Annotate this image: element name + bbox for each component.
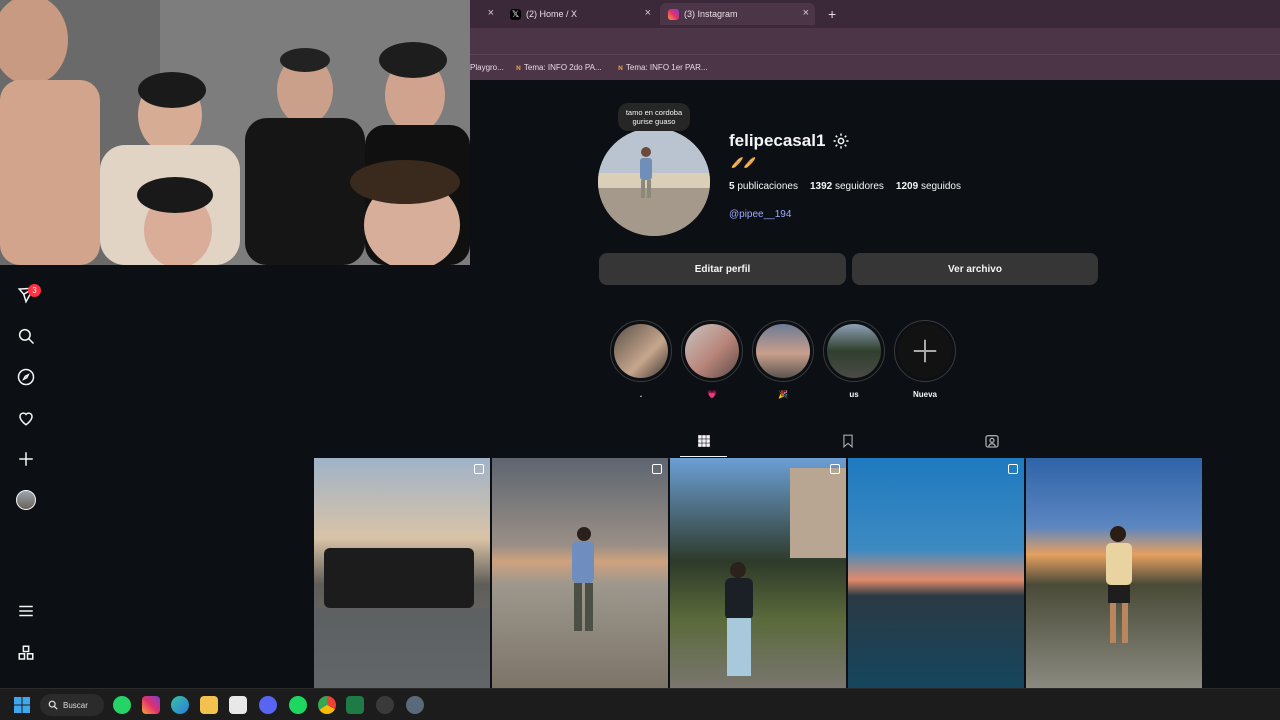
x-logo-icon: 𝕏 [510,8,521,20]
settings-gear-icon[interactable] [832,132,850,155]
posts-stat: 5 publicaciones [729,181,798,192]
address-bar[interactable] [470,28,1280,54]
profile-avatar[interactable] [15,489,37,511]
multi-photo-icon [1008,464,1018,474]
followers-stat[interactable]: 1392 seguidores [810,181,884,192]
highlight-label: . [639,390,643,399]
view-archive-button[interactable]: Ver archivo [852,253,1098,285]
tab-label: (3) Instagram [684,9,738,19]
settings-icon[interactable] [406,696,424,714]
search-icon[interactable] [15,325,37,347]
instagram-app-icon[interactable] [142,696,160,714]
windows-taskbar: Buscar [0,688,1280,720]
post-image [725,468,846,676]
following-stat[interactable]: 1209 seguidos [896,181,961,192]
highlight-label: us [849,390,859,399]
more-apps-icon[interactable] [15,642,37,664]
create-icon[interactable] [15,448,37,470]
post-image [314,548,490,688]
highlight-label: 💗 [707,390,717,399]
explore-icon[interactable] [15,366,37,388]
bookmark-favicon-icon: ɴ [516,63,521,72]
browser-tab-x[interactable]: 𝕏 (2) Home / X × [502,3,657,25]
profile-stats: 5 publicaciones 1392 seguidores 1209 seg… [729,181,961,192]
spotify-icon[interactable] [289,696,307,714]
multi-photo-icon [474,464,484,474]
discord-icon[interactable] [259,696,277,714]
threads-link[interactable]: @pipee__194 [729,209,791,220]
multi-photo-icon [652,464,662,474]
browser-tab-partial[interactable]: × [470,3,500,25]
tab-close-icon[interactable]: × [803,7,809,19]
tab-label: (2) Home / X [526,9,578,19]
profile-picture[interactable] [598,128,710,236]
highlight-label: Nueva [912,390,937,399]
search-icon [48,700,58,710]
post-image [572,527,594,631]
profile-bio: 🥖🥖 [731,158,756,169]
active-tab-indicator [680,456,727,457]
store-icon[interactable] [229,696,247,714]
highlight-2[interactable] [681,320,743,382]
profile-username: felipecasal1 [729,131,826,150]
taskbar-search[interactable]: Buscar [40,694,104,716]
profile-photo [598,128,710,236]
sheets-app-icon[interactable] [346,696,364,714]
tab-saved-bookmark-icon[interactable] [839,432,857,450]
new-tab-button[interactable]: + [820,3,840,25]
app-icon[interactable] [376,696,394,714]
bookmark-item[interactable]: ɴ Tema: INFO 2do PA... [516,63,602,72]
browser-tab-instagram[interactable]: (3) Instagram × [660,3,815,25]
post-image [1106,526,1132,643]
tab-posts-grid-icon[interactable] [695,432,713,450]
edit-profile-button[interactable]: Editar perfil [599,253,846,285]
instagram-icon [668,8,679,20]
plus-icon [913,339,937,363]
edge-icon[interactable] [171,696,189,714]
highlight-3[interactable] [752,320,814,382]
post-thumbnail[interactable] [670,458,846,688]
taskbar-search-label: Buscar [63,700,88,710]
windows-start-icon[interactable] [13,696,31,714]
file-explorer-icon[interactable] [200,696,218,714]
webcam-video-overlay [0,0,470,265]
bookmarks-bar: Playgro... ɴ Tema: INFO 2do PA... ɴ Tema: … [470,54,1280,80]
webcam-scene [0,0,470,265]
post-thumbnail[interactable] [314,458,490,688]
heart-icon[interactable] [15,407,37,429]
highlight-label: 🎉 [778,390,788,399]
bookmark-item[interactable]: Playgro... [470,63,504,72]
bookmark-item[interactable]: ɴ Tema: INFO 1er PAR... [618,63,708,72]
menu-icon[interactable] [15,600,37,622]
notification-badge: 3 [28,284,41,297]
post-thumbnail[interactable] [1026,458,1202,688]
post-thumbnail[interactable] [492,458,668,688]
chrome-icon[interactable] [318,696,336,714]
bookmark-favicon-icon: ɴ [618,63,623,72]
new-highlight-button[interactable] [894,320,956,382]
tab-close-icon[interactable]: × [488,7,494,19]
highlight-1[interactable] [610,320,672,382]
browser-tab-bar: × 𝕏 (2) Home / X × (3) Instagram × + [470,0,1280,28]
posts-grid [314,458,1202,688]
highlight-4[interactable] [823,320,885,382]
post-thumbnail[interactable] [848,458,1024,688]
profile-note[interactable]: tamo en cordoba gurise guaso [618,103,690,131]
multi-photo-icon [830,464,840,474]
tab-close-icon[interactable]: × [645,7,651,19]
whatsapp-icon[interactable] [113,696,131,714]
tab-tagged-icon[interactable] [983,432,1001,450]
